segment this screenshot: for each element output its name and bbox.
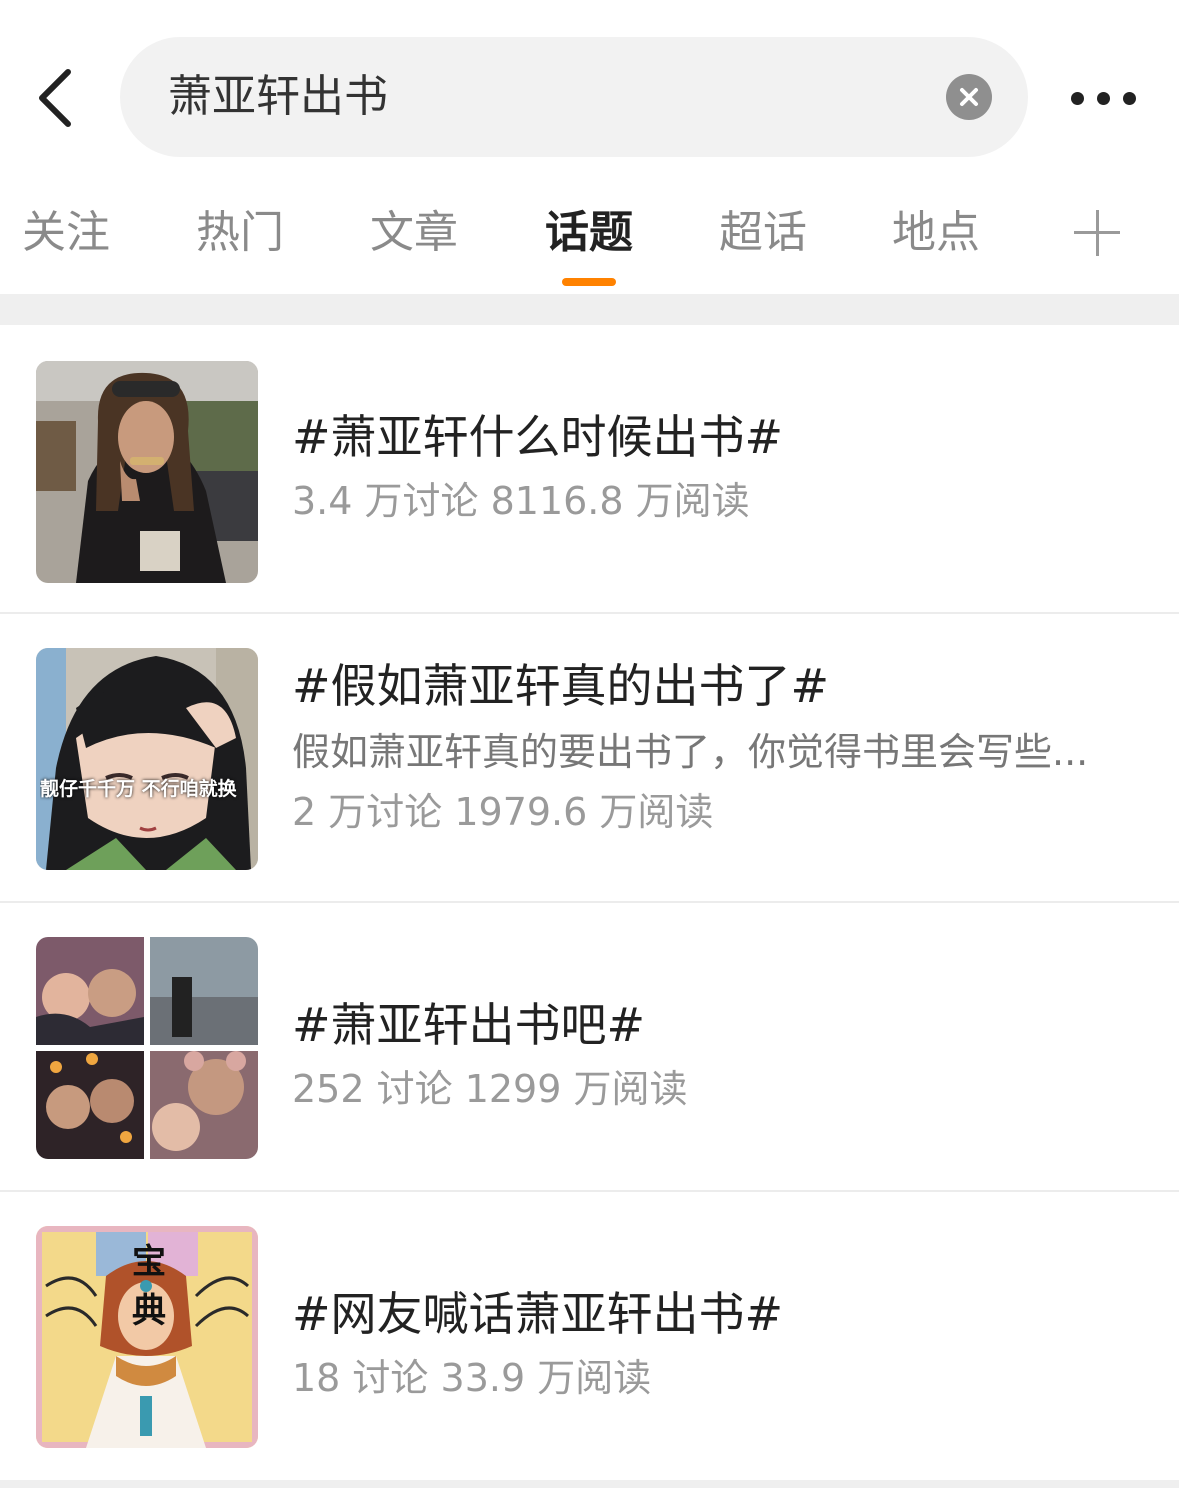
photo-collage-image	[36, 937, 258, 1159]
topic-title[interactable]: #萧亚轩出书吧#	[292, 995, 1119, 1055]
topic-info: #假如萧亚轩真的出书了# 假如萧亚轩真的要出书了，你觉得书里会写些... 2 万…	[292, 656, 1119, 838]
anime-illustration-image	[36, 648, 258, 870]
tab-super-topics[interactable]: 超话	[693, 180, 833, 294]
more-dots-icon	[1122, 91, 1136, 105]
topic-thumbnail: 靓仔千千万 不行咱就换	[36, 648, 258, 870]
topic-info: #网友喊话萧亚轩出书# 18 讨论 33.9 万阅读	[292, 1284, 1119, 1404]
list-item[interactable]: #萧亚轩出书吧# 252 讨论 1299 万阅读	[0, 903, 1179, 1192]
search-field[interactable]: 萧亚轩出书	[120, 37, 1028, 157]
search-tabs: 关注 热门 文章 话题 超话 地点	[0, 180, 1179, 294]
chevron-left-icon	[39, 69, 71, 127]
search-results-page: 萧亚轩出书 关注 热门 文章 话题 超话 地点 #萧亚轩什么时候出书# 3.4 …	[0, 0, 1179, 1488]
top-bar: 萧亚轩出书	[0, 0, 1179, 180]
topic-title[interactable]: #萧亚轩什么时候出书#	[292, 407, 1119, 467]
thumbnail-title-text: 宝典	[132, 1242, 178, 1331]
section-divider	[0, 294, 1179, 325]
topic-list: #萧亚轩什么时候出书# 3.4 万讨论 8116.8 万阅读 靓仔千千万 不行咱…	[0, 325, 1179, 1481]
topic-thumbnail	[36, 937, 258, 1159]
topic-description: 假如萧亚轩真的要出书了，你觉得书里会写些...	[292, 730, 1089, 774]
topic-stats: 3.4 万讨论 8116.8 万阅读	[292, 479, 750, 523]
clear-search-button[interactable]	[946, 74, 992, 120]
list-item[interactable]: 宝典 #网友喊话萧亚轩出书# 18 讨论 33.9 万阅读	[0, 1192, 1179, 1481]
topic-info: #萧亚轩什么时候出书# 3.4 万讨论 8116.8 万阅读	[292, 407, 1119, 527]
thumbnail-caption: 靓仔千千万 不行咱就换	[40, 778, 237, 800]
tab-follow[interactable]: 关注	[0, 180, 136, 294]
topic-info: #萧亚轩出书吧# 252 讨论 1299 万阅读	[292, 995, 1119, 1115]
active-tab-indicator	[562, 278, 616, 286]
topic-thumbnail: 宝典	[36, 1226, 258, 1448]
tab-articles[interactable]: 文章	[344, 180, 484, 294]
plus-icon[interactable]	[1070, 206, 1124, 260]
topic-stats: 252 讨论 1299 万阅读	[292, 1067, 688, 1111]
topic-stats: 18 讨论 33.9 万阅读	[292, 1356, 652, 1400]
portrait-photo-image	[36, 361, 258, 583]
back-button[interactable]	[24, 58, 84, 138]
list-item[interactable]: #萧亚轩什么时候出书# 3.4 万讨论 8116.8 万阅读	[0, 325, 1179, 614]
tab-hot[interactable]: 热门	[170, 180, 310, 294]
tab-locations[interactable]: 地点	[866, 180, 1006, 294]
more-options-button[interactable]	[1058, 70, 1148, 126]
topic-stats: 2 万讨论 1979.6 万阅读	[292, 790, 714, 834]
more-dots-icon	[1096, 91, 1110, 105]
bottom-divider	[0, 1480, 1179, 1488]
close-icon	[960, 88, 978, 106]
topic-title[interactable]: #网友喊话萧亚轩出书#	[292, 1284, 1119, 1344]
search-input-value[interactable]: 萧亚轩出书	[168, 37, 388, 157]
more-dots-icon	[1070, 91, 1084, 105]
tab-topics[interactable]: 话题	[519, 180, 659, 294]
list-item[interactable]: 靓仔千千万 不行咱就换 #假如萧亚轩真的出书了# 假如萧亚轩真的要出书了，你觉得…	[0, 614, 1179, 903]
topic-title[interactable]: #假如萧亚轩真的出书了#	[292, 656, 1119, 716]
topic-thumbnail	[36, 361, 258, 583]
